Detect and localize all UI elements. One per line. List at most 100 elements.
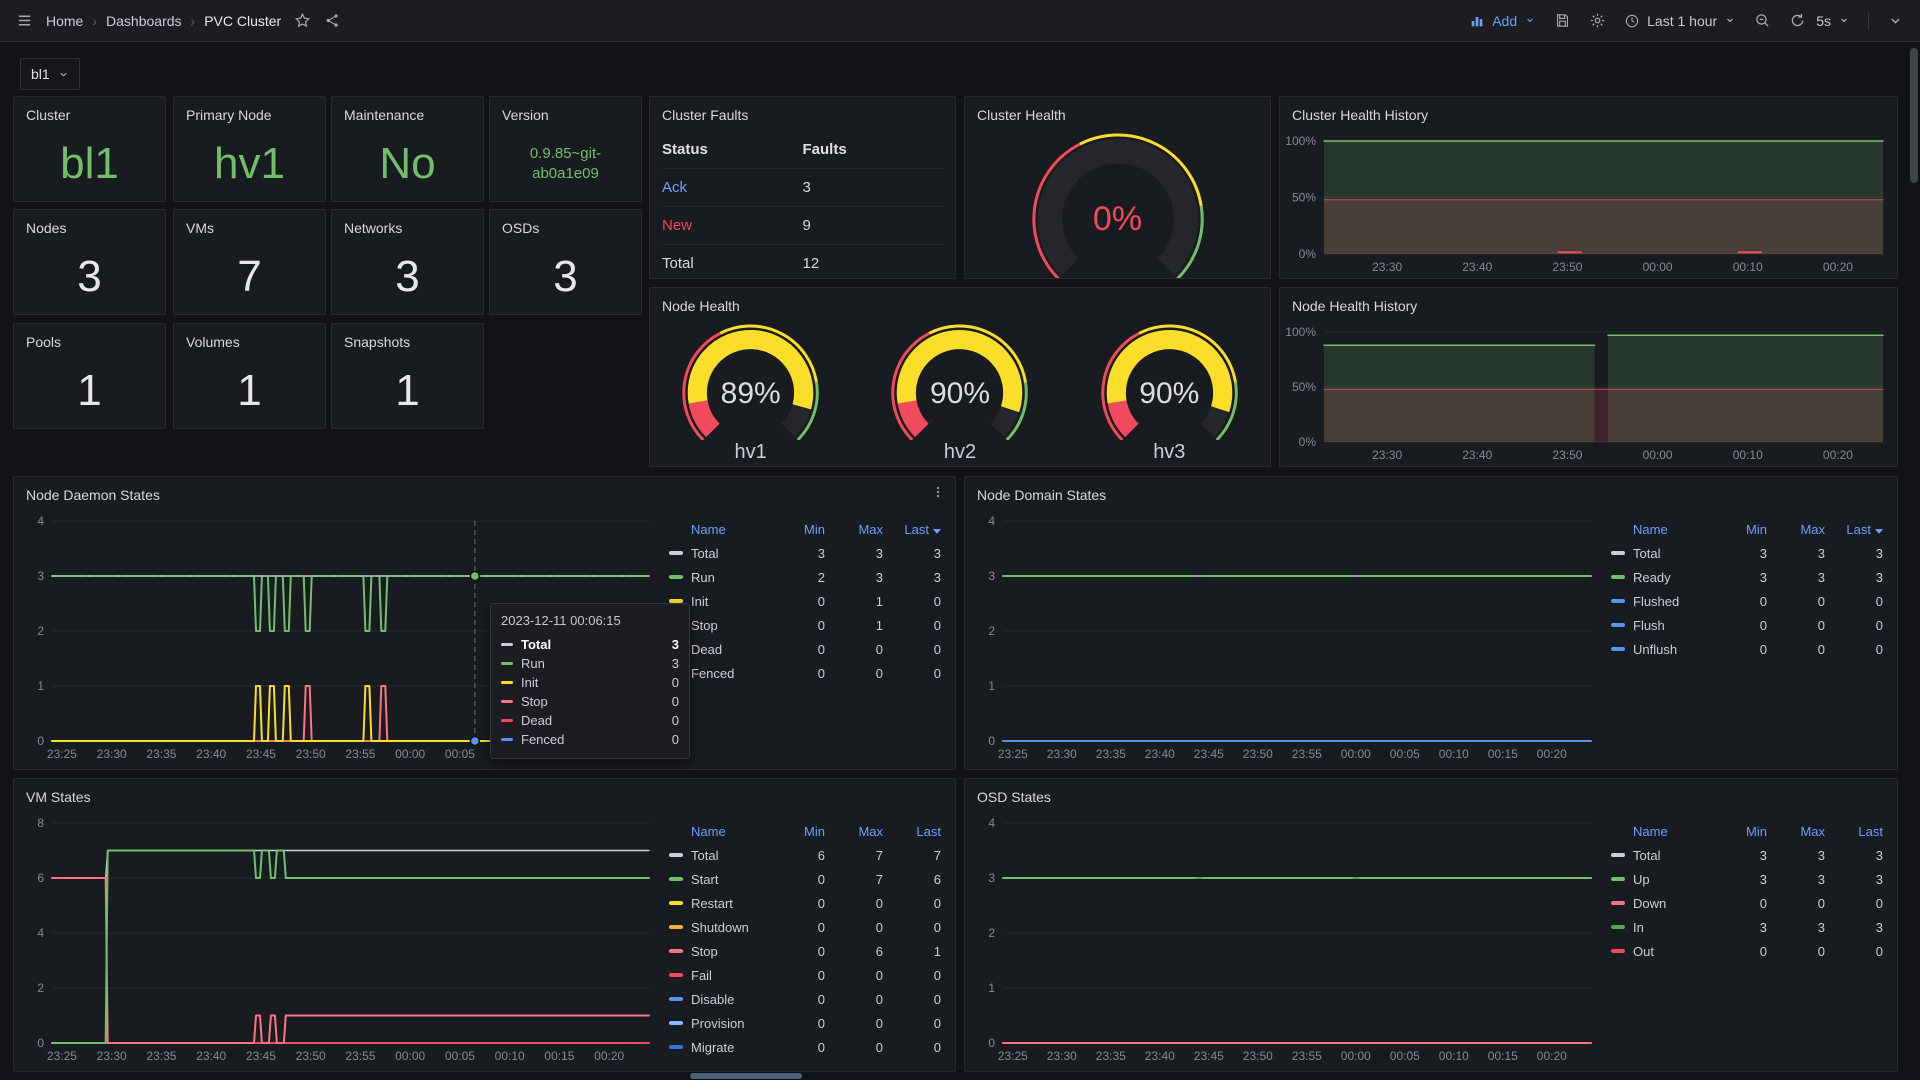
series-color-swatch xyxy=(1611,925,1625,929)
svg-text:8: 8 xyxy=(37,816,44,830)
panel-stat-pools: Pools 1 xyxy=(13,323,166,429)
series-color-swatch xyxy=(501,643,513,646)
legend-horizontal-scrollbar-thumb[interactable] xyxy=(690,1073,802,1079)
svg-text:50%: 50% xyxy=(1292,380,1316,394)
collapse-chevron-icon[interactable] xyxy=(1887,12,1904,29)
chart-legend: Name Min Max Last Total 3 3 3 xyxy=(1597,511,1889,763)
legend-series-row[interactable]: Init 0 1 0 xyxy=(669,589,941,613)
cluster-health-history-chart[interactable]: 0%50%100%23:3023:4023:5000:0000:1000:20 xyxy=(1282,131,1889,276)
chart-tooltip: 2023-12-11 00:06:15 Total 3 xyxy=(490,603,690,759)
chevron-down-icon xyxy=(58,69,69,80)
refresh-icon[interactable] xyxy=(1789,12,1806,29)
save-dashboard-icon[interactable] xyxy=(1554,12,1571,29)
panel-title: Cluster Health History xyxy=(1280,97,1897,131)
series-color-swatch xyxy=(669,551,683,555)
svg-text:4: 4 xyxy=(988,816,995,830)
svg-text:00:15: 00:15 xyxy=(1488,747,1518,761)
faults-table-row: Total 12 xyxy=(662,245,943,279)
breadcrumb-dashboards[interactable]: Dashboards xyxy=(106,13,182,29)
series-color-swatch xyxy=(669,949,683,953)
legend-series-row[interactable]: Flush 0 0 0 xyxy=(1611,613,1883,637)
share-icon[interactable] xyxy=(324,12,341,29)
series-color-swatch xyxy=(669,877,683,881)
zoom-out-icon[interactable] xyxy=(1754,12,1771,29)
panel-title: OSD States xyxy=(965,779,1063,813)
svg-text:00:15: 00:15 xyxy=(544,1049,574,1063)
legend-series-row[interactable]: Dead 0 0 0 xyxy=(669,637,941,661)
legend-series-row[interactable]: Up 3 3 3 xyxy=(1611,867,1883,891)
svg-text:00:00: 00:00 xyxy=(1341,1049,1371,1063)
stat-value: hv1 xyxy=(174,127,325,201)
legend-header[interactable]: Name Min Max Last xyxy=(669,819,941,843)
menu-toggle-icon[interactable] xyxy=(16,12,33,29)
panel-stat-snapshots: Snapshots 1 xyxy=(331,323,484,429)
panel-cluster-faults: Cluster Faults Status Faults Ack 3 New 9 xyxy=(649,96,956,279)
svg-text:00:05: 00:05 xyxy=(1390,747,1420,761)
panel-stat-volumes: Volumes 1 xyxy=(173,323,326,429)
legend-series-row[interactable]: Out 0 0 0 xyxy=(1611,939,1883,963)
chevron-down-icon xyxy=(1838,13,1850,29)
breadcrumb-home[interactable]: Home xyxy=(46,13,83,29)
breadcrumb-current-page: PVC Cluster xyxy=(204,13,281,29)
legend-header[interactable]: Name Min Max Last xyxy=(669,517,941,541)
dashboard-settings-gear-icon[interactable] xyxy=(1589,12,1606,29)
legend-series-row[interactable]: Migrate 0 0 0 xyxy=(669,1035,941,1059)
svg-text:3: 3 xyxy=(988,871,995,885)
series-color-swatch xyxy=(1611,901,1625,905)
panel-stat-primary-node: Primary Node hv1 xyxy=(173,96,326,202)
stat-value: 7 xyxy=(174,240,325,314)
legend-series-row[interactable]: Stop 0 6 1 xyxy=(669,939,941,963)
legend-series-row[interactable]: Flushed 0 0 0 xyxy=(1611,589,1883,613)
legend-header[interactable]: Name Min Max Last xyxy=(1611,819,1883,843)
panel-title: Nodes xyxy=(14,210,165,244)
node-domain-states-chart[interactable]: 0123423:2523:3023:3523:4023:4523:5023:55… xyxy=(973,511,1597,763)
legend-series-row[interactable]: In 3 3 3 xyxy=(1611,915,1883,939)
legend-series-row[interactable]: Total 3 3 3 xyxy=(1611,843,1883,867)
series-color-swatch xyxy=(669,853,683,857)
series-color-swatch xyxy=(669,997,683,1001)
svg-text:23:50: 23:50 xyxy=(1243,1049,1273,1063)
legend-series-row[interactable]: Stop 0 1 0 xyxy=(669,613,941,637)
favorite-star-icon[interactable] xyxy=(294,12,311,29)
legend-series-row[interactable]: Start 0 7 6 xyxy=(669,867,941,891)
legend-series-row[interactable]: Shutdown 0 0 0 xyxy=(669,915,941,939)
vm-states-chart[interactable]: 0246823:2523:3023:3523:4023:4523:5023:55… xyxy=(22,813,655,1065)
legend-series-row[interactable]: Run 2 3 3 xyxy=(669,565,941,589)
stat-value: 3 xyxy=(332,240,483,314)
legend-header[interactable]: Name Min Max Last xyxy=(1611,517,1883,541)
legend-series-row[interactable]: Down 0 0 0 xyxy=(1611,891,1883,915)
refresh-interval-picker[interactable]: 5s xyxy=(1816,13,1850,29)
legend-series-row[interactable]: Total 6 7 7 xyxy=(669,843,941,867)
panel-menu-icon[interactable] xyxy=(931,485,945,504)
legend-series-row[interactable]: Disable 0 0 0 xyxy=(669,987,941,1011)
panel-title: VMs xyxy=(174,210,325,244)
svg-text:23:50: 23:50 xyxy=(296,1049,326,1063)
svg-text:00:10: 00:10 xyxy=(495,1049,525,1063)
series-color-swatch xyxy=(1611,551,1625,555)
series-color-swatch xyxy=(501,662,513,665)
legend-series-row[interactable]: Provision 0 0 0 xyxy=(669,1011,941,1035)
add-button[interactable]: Add xyxy=(1469,13,1536,29)
vertical-scrollbar-thumb[interactable] xyxy=(1910,48,1918,183)
tooltip-series-row: Run 3 xyxy=(501,654,679,673)
svg-text:3: 3 xyxy=(988,569,995,583)
legend-series-row[interactable]: Fail 0 0 0 xyxy=(669,963,941,987)
osd-states-chart[interactable]: 0123423:2523:3023:3523:4023:4523:5023:55… xyxy=(973,813,1597,1065)
legend-series-row[interactable]: Ready 3 3 3 xyxy=(1611,565,1883,589)
panel-stat-version: Version 0.9.85~git-ab0a1e09 xyxy=(489,96,642,202)
series-color-swatch xyxy=(669,925,683,929)
panel-vm-states: VM States 0246823:2523:3023:3523:4023:45… xyxy=(13,778,956,1072)
svg-text:23:40: 23:40 xyxy=(196,747,226,761)
svg-text:23:30: 23:30 xyxy=(1047,1049,1077,1063)
time-range-picker[interactable]: Last 1 hour xyxy=(1624,13,1736,29)
legend-series-row[interactable]: Total 3 3 3 xyxy=(669,541,941,565)
legend-series-row[interactable]: Restart 0 0 0 xyxy=(669,891,941,915)
svg-text:23:40: 23:40 xyxy=(1145,747,1175,761)
panel-title: Networks xyxy=(332,210,483,244)
legend-series-row[interactable]: Fenced 0 0 0 xyxy=(669,661,941,685)
panel-title: Node Domain States xyxy=(965,477,1118,511)
legend-series-row[interactable]: Total 3 3 3 xyxy=(1611,541,1883,565)
cluster-variable-dropdown[interactable]: bl1 xyxy=(20,58,80,90)
node-health-history-chart[interactable]: 0%50%100%23:3023:4023:5000:0000:1000:20 xyxy=(1282,322,1889,464)
legend-series-row[interactable]: Unflush 0 0 0 xyxy=(1611,637,1883,661)
